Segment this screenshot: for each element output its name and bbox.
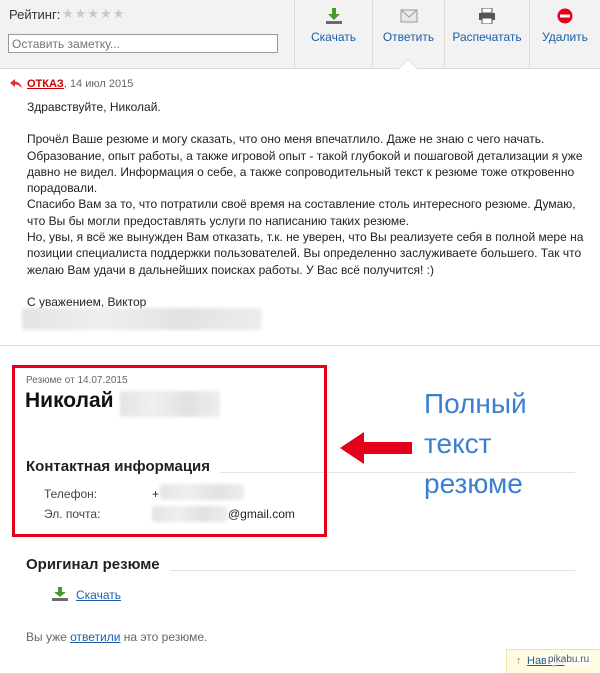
envelope-icon bbox=[400, 9, 417, 23]
message-paragraph: Но, увы, я всё же вынужден Вам отказать,… bbox=[27, 230, 584, 277]
message-toolbar: Рейтинг: ★★★★★ Скачать Ответить Ра bbox=[0, 0, 600, 69]
delete-label: Удалить bbox=[542, 30, 588, 44]
download-resume-link[interactable]: Скачать bbox=[76, 588, 121, 602]
annotation-line: текст bbox=[424, 428, 492, 459]
action-toolbar: Скачать Ответить Распечатать Удалить bbox=[294, 0, 600, 68]
annotation-text: Полный текст резюме bbox=[424, 384, 574, 504]
replied-link[interactable]: ответили bbox=[70, 630, 120, 644]
annotation-line: Полный bbox=[424, 388, 527, 419]
replied-suffix: на это резюме. bbox=[120, 630, 208, 644]
replied-notice: Вы уже ответили на это резюме. bbox=[26, 630, 207, 644]
reply-label: Ответить bbox=[382, 30, 435, 44]
print-label: Распечатать bbox=[452, 30, 522, 44]
watermark: pikabu.ru bbox=[546, 654, 592, 665]
download-icon bbox=[325, 8, 342, 24]
replied-prefix: Вы уже bbox=[26, 630, 71, 644]
divider bbox=[0, 345, 600, 346]
download-icon bbox=[52, 587, 68, 601]
message-greeting: Здравствуйте, Николай. bbox=[27, 100, 161, 114]
active-tab-pointer bbox=[399, 60, 417, 69]
message-body: Здравствуйте, Николай. Прочёл Ваше резюм… bbox=[27, 99, 587, 310]
printer-icon bbox=[479, 8, 495, 24]
message-paragraph: Спасибо Вам за то, что потратили своё вр… bbox=[27, 197, 576, 228]
no-entry-icon bbox=[557, 8, 573, 24]
note-input[interactable] bbox=[8, 34, 278, 53]
message-header: ОТКАЗ, 14 июл 2015 bbox=[27, 78, 133, 90]
download-label: Скачать bbox=[311, 30, 356, 44]
status-badge[interactable]: ОТКАЗ bbox=[27, 78, 64, 90]
rating-stars[interactable]: ★★★★★ bbox=[62, 6, 125, 22]
annotation-line: резюме bbox=[424, 468, 523, 499]
download-button[interactable]: Скачать bbox=[294, 0, 372, 68]
redacted-signature bbox=[22, 308, 262, 330]
reply-button[interactable]: Ответить bbox=[372, 0, 444, 68]
original-resume-heading: Оригинал резюме bbox=[26, 556, 160, 573]
delete-button[interactable]: Удалить bbox=[529, 0, 600, 68]
annotation-arrow-icon bbox=[340, 432, 412, 464]
message-date: , 14 июл 2015 bbox=[63, 78, 134, 90]
highlight-box bbox=[12, 365, 327, 537]
reply-arrow-icon bbox=[10, 79, 22, 89]
up-arrow-icon: ↑ bbox=[516, 655, 522, 667]
print-button[interactable]: Распечатать bbox=[444, 0, 529, 68]
divider bbox=[170, 570, 575, 571]
rating-label: Рейтинг: bbox=[9, 7, 61, 22]
message-paragraph: Прочёл Ваше резюме и могу сказать, что о… bbox=[27, 132, 583, 196]
